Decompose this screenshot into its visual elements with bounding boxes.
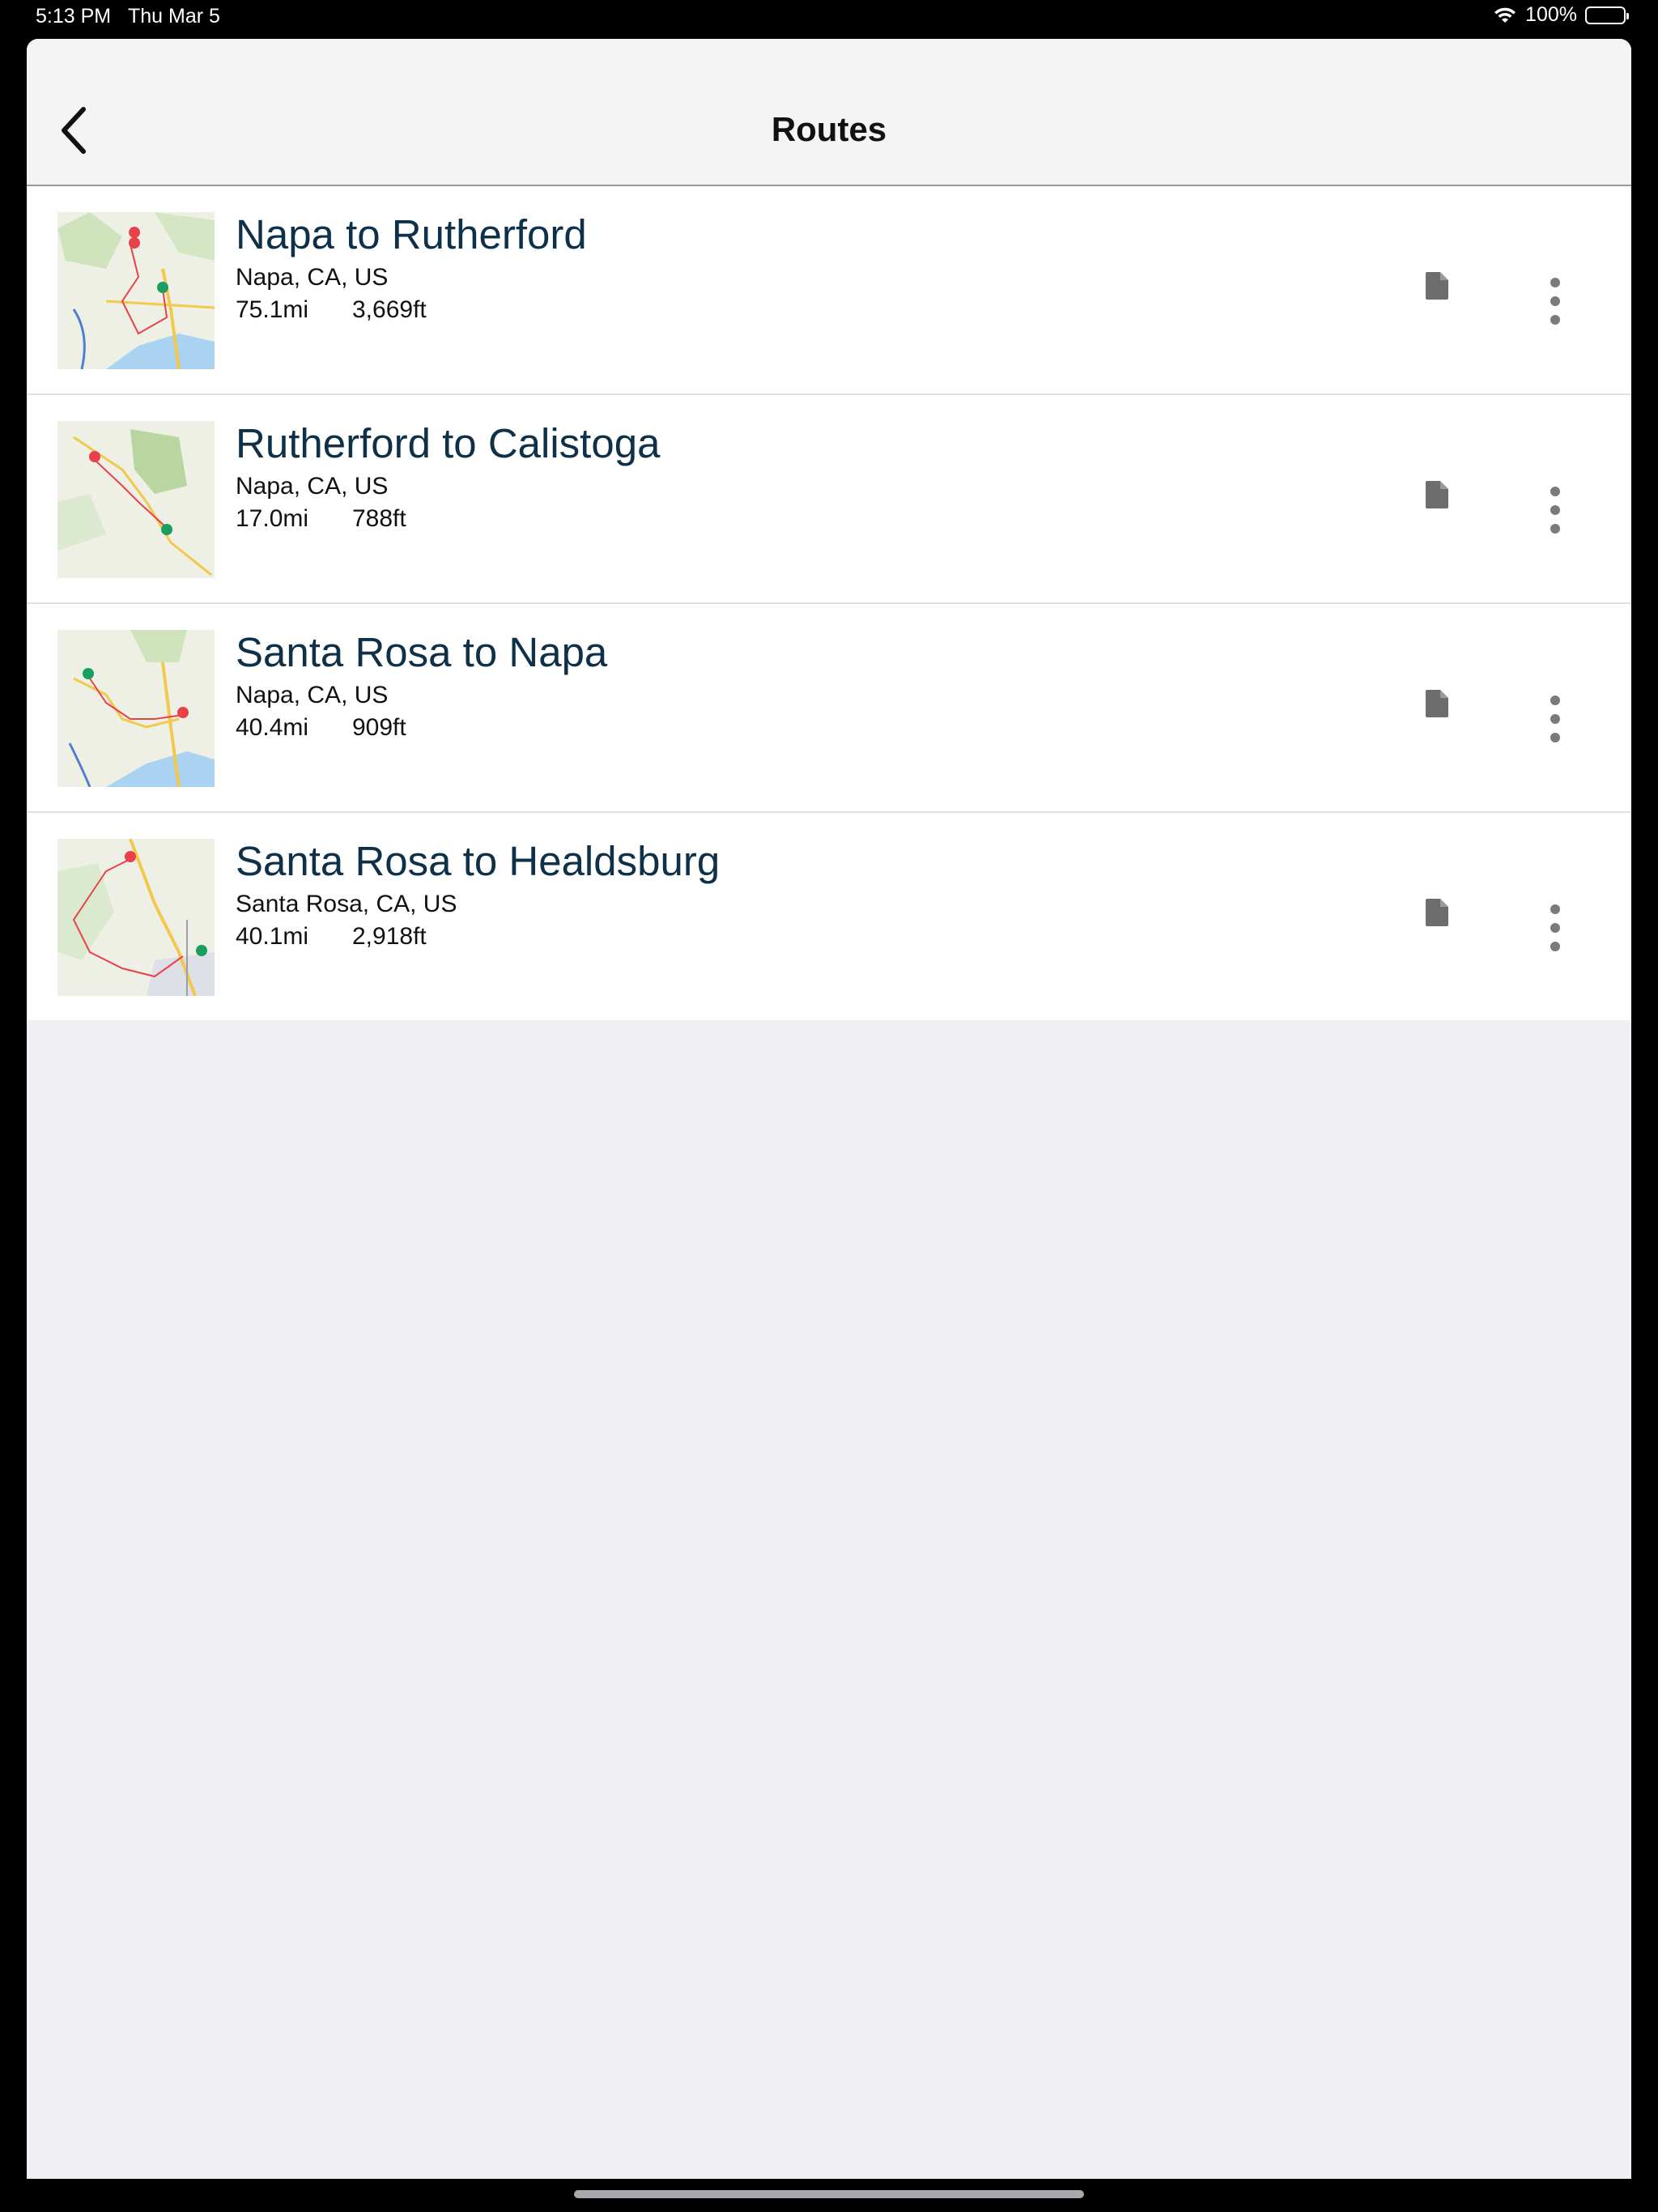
page-title: Routes xyxy=(771,110,887,148)
document-icon xyxy=(1426,898,1448,930)
route-elevation: 909ft xyxy=(352,714,406,741)
route-location: Santa Rosa, CA, US xyxy=(236,891,457,917)
route-location: Napa, CA, US xyxy=(236,682,389,708)
route-distance: 17.0mi xyxy=(236,505,309,532)
route-title: Santa Rosa to Napa xyxy=(236,629,608,675)
route-title: Napa to Rutherford xyxy=(236,211,587,257)
more-vertical-icon xyxy=(1550,277,1561,330)
route-distance: 40.4mi xyxy=(236,714,309,741)
route-row[interactable]: Rutherford to Calistoga Napa, CA, US 17.… xyxy=(27,395,1631,604)
home-indicator[interactable] xyxy=(574,2190,1084,2198)
route-location: Napa, CA, US xyxy=(236,473,389,500)
battery-percentage: 100% xyxy=(1525,3,1577,26)
route-location: Napa, CA, US xyxy=(236,264,389,291)
status-date: Thu Mar 5 xyxy=(128,5,220,28)
route-distance: 40.1mi xyxy=(236,923,309,950)
route-map-thumbnail xyxy=(57,421,215,578)
route-elevation: 3,669ft xyxy=(352,296,427,323)
more-vertical-icon xyxy=(1550,695,1561,747)
more-vertical-icon xyxy=(1550,904,1561,956)
document-icon xyxy=(1426,271,1448,304)
route-map-thumbnail xyxy=(57,839,215,996)
route-distance: 75.1mi xyxy=(236,296,309,323)
route-list: Napa to Rutherford Napa, CA, US 75.1mi 3… xyxy=(27,186,1631,1020)
route-more-button[interactable] xyxy=(1541,904,1570,955)
route-row[interactable]: Napa to Rutherford Napa, CA, US 75.1mi 3… xyxy=(27,186,1631,395)
route-map-thumbnail xyxy=(57,630,215,787)
wifi-icon xyxy=(1493,6,1517,25)
route-elevation: 788ft xyxy=(352,505,406,532)
route-more-button[interactable] xyxy=(1541,277,1570,329)
route-row[interactable]: Santa Rosa to Napa Napa, CA, US 40.4mi 9… xyxy=(27,604,1631,813)
route-file-button[interactable] xyxy=(1421,894,1453,934)
route-more-button[interactable] xyxy=(1541,486,1570,538)
route-row[interactable]: Santa Rosa to Healdsburg Santa Rosa, CA,… xyxy=(27,813,1631,1020)
status-indicators: 100% xyxy=(1493,3,1629,27)
document-icon xyxy=(1426,689,1448,721)
route-elevation: 2,918ft xyxy=(352,923,427,950)
route-title: Santa Rosa to Healdsburg xyxy=(236,838,721,884)
route-title: Rutherford to Calistoga xyxy=(236,420,661,466)
battery-icon xyxy=(1585,6,1629,24)
route-map-thumbnail xyxy=(57,212,215,369)
more-vertical-icon xyxy=(1550,486,1561,538)
route-file-button[interactable] xyxy=(1421,685,1453,725)
route-file-button[interactable] xyxy=(1421,476,1453,517)
route-more-button[interactable] xyxy=(1541,695,1570,747)
status-time: 5:13 PM xyxy=(36,5,112,28)
status-bar: 5:13 PM Thu Mar 5 100% xyxy=(0,0,1658,39)
navigation-bar: Routes xyxy=(27,39,1631,186)
route-file-button[interactable] xyxy=(1421,267,1453,308)
document-icon xyxy=(1426,480,1448,513)
routes-sheet: Routes Napa to Rutherford Napa, CA, US 7… xyxy=(27,39,1631,2179)
